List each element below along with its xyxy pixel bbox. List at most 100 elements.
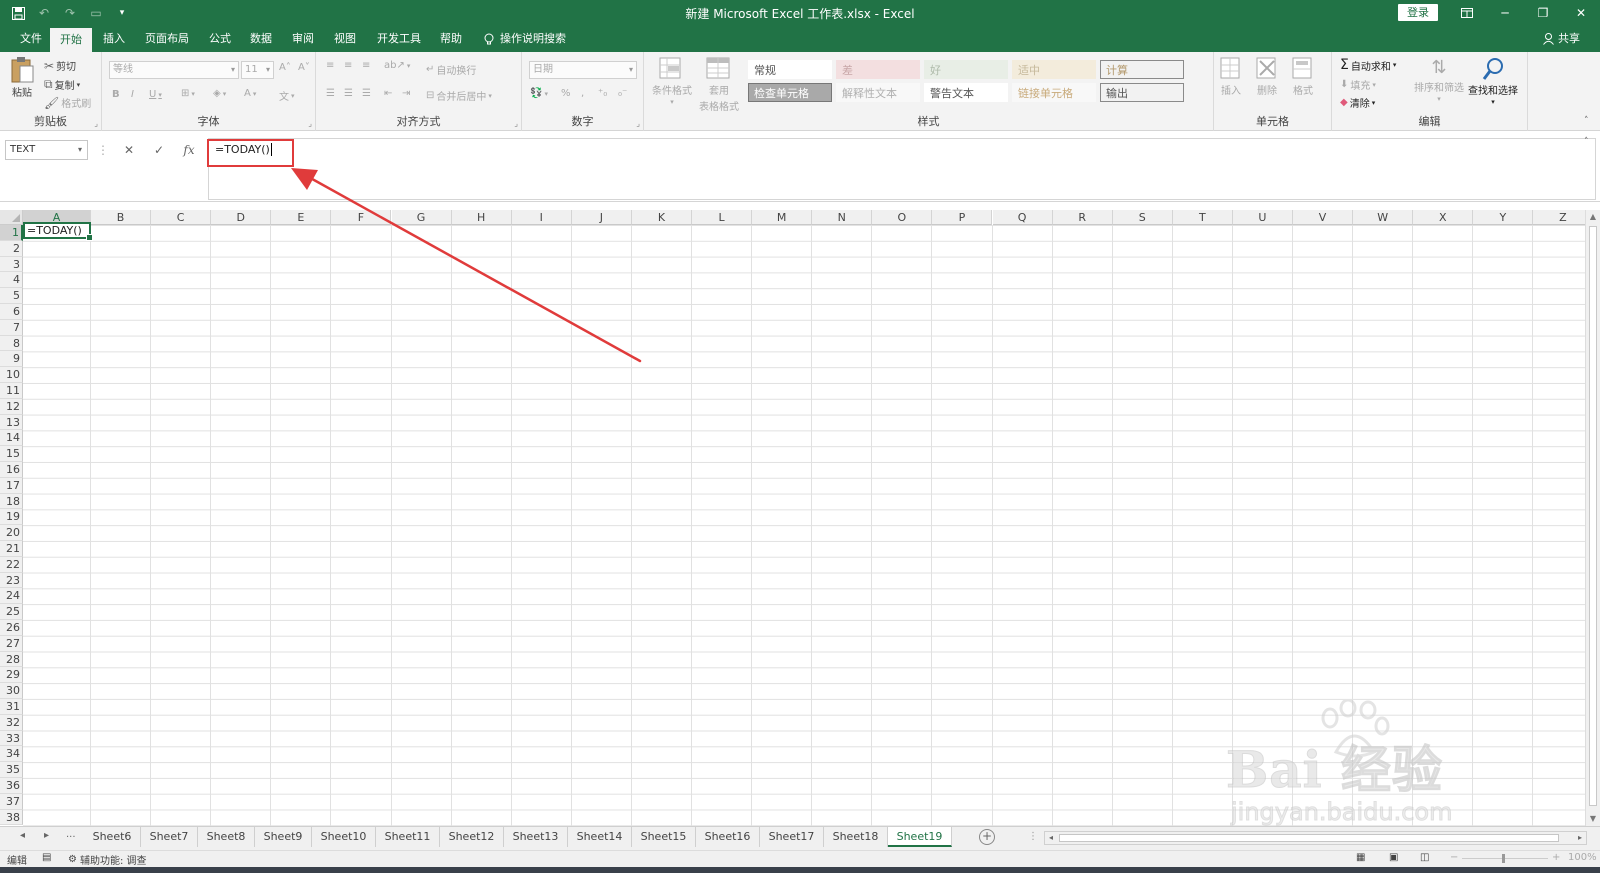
conditional-formatting-button[interactable]: 条件格式 ▾ — [652, 57, 692, 106]
orientation-button[interactable]: ab↗ ▾ — [384, 60, 410, 71]
sheet-tab-sheet9[interactable]: Sheet9 — [255, 827, 312, 847]
tab-review[interactable]: 审阅 — [282, 26, 324, 52]
percent-button[interactable]: % — [561, 88, 571, 99]
row-header-35[interactable]: 35 — [0, 762, 23, 778]
decrease-decimal-button[interactable]: ₀⁻ — [618, 88, 627, 99]
row-header-14[interactable]: 14 — [0, 430, 23, 447]
zoom-slider[interactable] — [1462, 858, 1548, 859]
column-header-q[interactable]: Q — [992, 210, 1053, 225]
zoom-out-icon[interactable]: − — [1450, 852, 1458, 863]
clipboard-launcher-icon[interactable]: ⌟ — [94, 119, 98, 128]
row-header-36[interactable]: 36 — [0, 778, 23, 794]
align-top-button[interactable]: ≡ — [326, 60, 334, 71]
row-header-13[interactable]: 13 — [0, 414, 23, 431]
scroll-left-icon[interactable]: ◂ — [1045, 832, 1057, 844]
column-header-d[interactable]: D — [211, 210, 272, 225]
row-header-9[interactable]: 9 — [0, 351, 23, 368]
row-header-26[interactable]: 26 — [0, 620, 23, 636]
previous-sheet-icon[interactable]: ◂ — [20, 830, 25, 841]
wrap-text-button[interactable]: ↵ 自动换行 — [426, 62, 476, 77]
sheet-tab-sheet17[interactable]: Sheet17 — [760, 827, 824, 847]
restore-icon[interactable]: ❐ — [1524, 0, 1562, 26]
align-center-button[interactable]: ☰ — [344, 88, 353, 99]
delete-cells-button[interactable]: 删除 — [1256, 57, 1278, 97]
zoom-in-icon[interactable]: + — [1552, 852, 1560, 863]
tab-home[interactable]: 开始 — [50, 28, 92, 52]
scroll-right-icon[interactable]: ▸ — [1574, 832, 1586, 844]
row-header-18[interactable]: 18 — [0, 493, 23, 510]
minimize-icon[interactable]: ─ — [1486, 0, 1524, 26]
fill-button[interactable]: ⬇ 填充 ▾ — [1340, 77, 1376, 92]
column-header-s[interactable]: S — [1112, 210, 1173, 225]
tab-data[interactable]: 数据 — [240, 26, 282, 52]
row-header-32[interactable]: 32 — [0, 714, 23, 731]
normal-view-icon[interactable]: ▦ — [1356, 852, 1365, 863]
font-launcher-icon[interactable]: ⌟ — [308, 119, 312, 128]
row-header-28[interactable]: 28 — [0, 651, 23, 668]
increase-indent-button[interactable]: ⇥ — [402, 88, 410, 99]
column-header-t[interactable]: T — [1172, 210, 1233, 225]
row-header-37[interactable]: 37 — [0, 793, 23, 810]
next-sheet-icon[interactable]: ▸ — [44, 830, 49, 841]
tab-formulas[interactable]: 公式 — [199, 26, 241, 52]
borders-button[interactable]: ⊞ ▾ — [181, 88, 195, 99]
sheet-tab-sheet12[interactable]: Sheet12 — [440, 827, 504, 847]
row-header-4[interactable]: 4 — [0, 272, 23, 289]
align-bottom-button[interactable]: ≡ — [362, 60, 370, 71]
comma-button[interactable]: , — [581, 88, 584, 99]
worksheet-grid[interactable]: ABCDEFGHIJKLMNOPQRSTUVWXYZ 1 2 3 4 5 6 7 8 9 10 11… — [0, 210, 1600, 826]
column-header-f[interactable]: F — [331, 210, 392, 225]
row-header-6[interactable]: 6 — [0, 304, 23, 320]
column-header-y[interactable]: Y — [1473, 210, 1534, 225]
format-cells-button[interactable]: 格式 — [1292, 57, 1314, 97]
cut-button[interactable]: ✂ 剪切 — [44, 58, 76, 74]
row-header-3[interactable]: 3 — [0, 256, 23, 273]
row-header-38[interactable]: 38 — [0, 809, 23, 826]
undo-icon[interactable]: ↶ — [34, 3, 54, 23]
tab-file[interactable]: 文件 — [10, 26, 52, 52]
cell-style-6[interactable]: 检查单元格 — [748, 83, 832, 102]
horizontal-scrollbar[interactable]: ◂ ▸ — [1044, 831, 1587, 845]
sheet-tab-sheet19[interactable]: Sheet19 — [888, 827, 952, 847]
cell-style-1[interactable]: 常规 — [748, 60, 832, 79]
row-header-24[interactable]: 24 — [0, 588, 23, 605]
clear-button[interactable]: ◆ 清除 ▾ — [1340, 95, 1375, 110]
phonetic-button[interactable]: 文 ▾ — [279, 88, 295, 104]
number-launcher-icon[interactable]: ⌟ — [636, 119, 640, 128]
row-header-29[interactable]: 29 — [0, 667, 23, 684]
save-icon[interactable] — [8, 3, 28, 23]
align-right-button[interactable]: ☰ — [362, 88, 371, 99]
column-header-p[interactable]: P — [932, 210, 993, 225]
find-select-button[interactable]: 查找和选择 ▾ — [1468, 57, 1518, 106]
tab-view[interactable]: 视图 — [324, 26, 366, 52]
column-header-n[interactable]: N — [812, 210, 873, 225]
column-header-r[interactable]: R — [1052, 210, 1113, 225]
sheet-tab-sheet8[interactable]: Sheet8 — [198, 827, 255, 847]
paste-button[interactable]: 粘贴 — [10, 56, 34, 99]
row-header-33[interactable]: 33 — [0, 730, 23, 747]
customize-qat-icon[interactable]: ▾ — [112, 3, 132, 23]
tab-developer[interactable]: 开发工具 — [367, 26, 431, 52]
increase-font-button[interactable]: A˄ — [279, 62, 291, 73]
close-icon[interactable]: ✕ — [1562, 0, 1600, 26]
column-header-b[interactable]: B — [91, 210, 152, 225]
insert-cells-button[interactable]: 插入 — [1220, 57, 1242, 97]
column-header-x[interactable]: X — [1413, 210, 1474, 225]
column-header-c[interactable]: C — [151, 210, 212, 225]
redo-icon[interactable]: ↷ — [60, 3, 80, 23]
column-header-o[interactable]: O — [872, 210, 933, 225]
underline-button[interactable]: U ▾ — [149, 89, 162, 100]
row-header-17[interactable]: 17 — [0, 477, 23, 494]
horizontal-scroll-thumb[interactable] — [1059, 834, 1559, 842]
formula-input[interactable]: =TODAY() — [208, 138, 1596, 200]
align-left-button[interactable]: ☰ — [326, 88, 335, 99]
more-sheets-button[interactable]: ... — [66, 829, 76, 840]
sort-filter-button[interactable]: ⇅ 排序和筛选 ▾ — [1414, 57, 1464, 103]
row-header-27[interactable]: 27 — [0, 635, 23, 652]
increase-decimal-button[interactable]: ⁺₀ — [598, 88, 607, 99]
cell-style-7[interactable]: 解释性文本 — [836, 83, 920, 102]
sheet-tab-sheet16[interactable]: Sheet16 — [696, 827, 760, 847]
cell-style-2[interactable]: 差 — [836, 60, 920, 79]
collapse-formula-bar-icon[interactable]: ˄ — [1584, 137, 1589, 147]
format-as-table-button[interactable]: 套用 表格格式 — [699, 57, 739, 113]
